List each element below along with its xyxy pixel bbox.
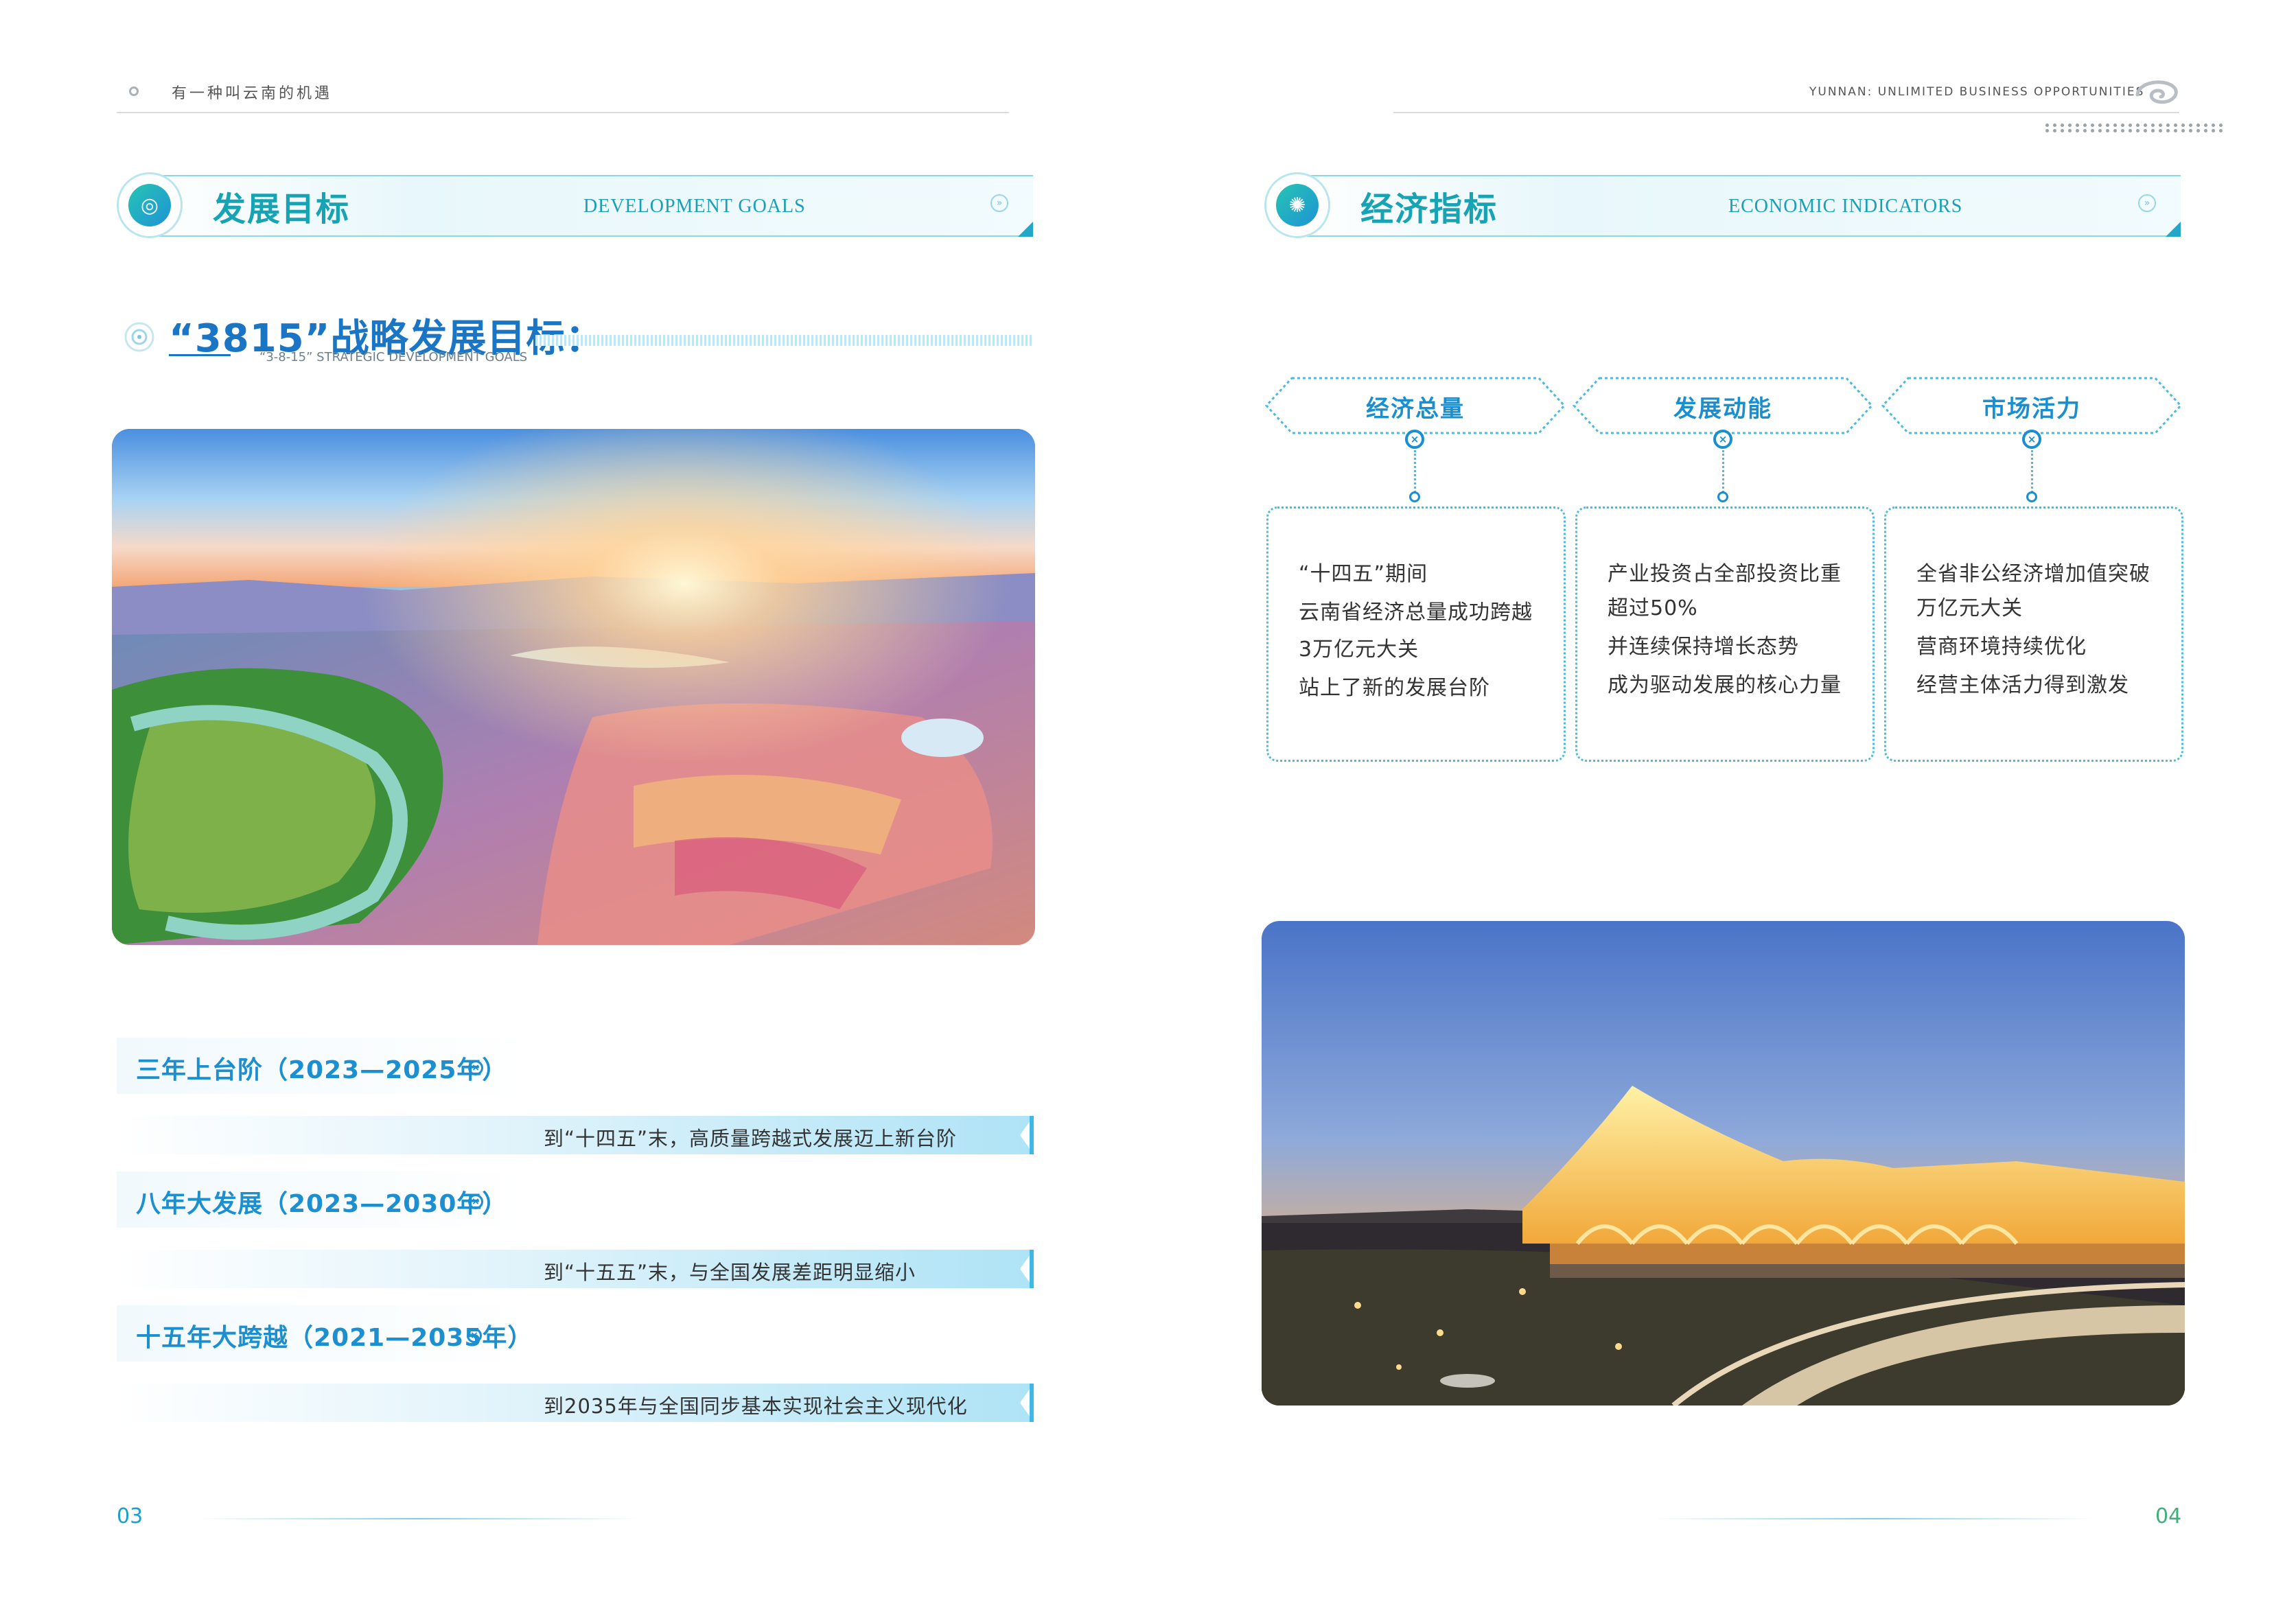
header-left-title: 有一种叫云南的机遇 (172, 85, 333, 102)
strategy-title-stripe (535, 335, 1033, 346)
indicator-2-connector-dot (1717, 491, 1728, 502)
indicator-1-connector-icon: × (1405, 430, 1424, 449)
section-title-cn: 发展目标 (213, 190, 351, 229)
banner-end-icon: » (2138, 194, 2156, 212)
strategy-subtitle: “3-8-15” STRATEGIC DEVELOPMENT GOALS (259, 350, 528, 364)
goal-2-label: 八年大发展（2023—2030年） (136, 1190, 508, 1218)
indicator-2-line-2: 超过50% (1608, 596, 1698, 620)
footer-rule-left (199, 1518, 638, 1519)
indicator-1-connector-dot (1409, 491, 1420, 502)
page-number-left: 03 (117, 1504, 143, 1528)
section-title-en: ECONOMIC INDICATORS (1728, 196, 1963, 217)
indicator-3-connector-dot (2026, 491, 2037, 502)
landscape-photo (112, 429, 1035, 945)
goal-bar-edge (1030, 1384, 1034, 1422)
indicator-3-connector-line (2031, 450, 2033, 493)
section-banner-development-goals: ◎ 发展目标 DEVELOPMENT GOALS » (117, 168, 1033, 238)
indicator-1-card: “十四五”期间 云南省经济总量成功跨越 3万亿元大关 站上了新的发展台阶 (1266, 506, 1566, 762)
indicator-3-card: 全省非公经济增加值突破 万亿元大关 营商环境持续优化 经营主体活力得到激发 (1884, 506, 2183, 762)
indicator-1-title: 经济总量 (1366, 395, 1465, 423)
strategy-title-underline (169, 354, 231, 356)
page-number-right: 04 (2155, 1504, 2182, 1528)
indicator-2-connector-icon: × (1713, 430, 1732, 449)
goal-3-text: 到2035年与全国同步基本实现社会主义现代化 (544, 1395, 968, 1418)
goal-bar-edge (1030, 1116, 1034, 1154)
indicator-3-line-4: 经营主体活力得到激发 (1916, 673, 2129, 697)
header-bullet-icon (129, 86, 139, 96)
goal-1-label: 三年上台阶（2023—2025年） (136, 1056, 508, 1084)
indicator-1-header: 经济总量 (1264, 376, 1566, 435)
header-right-rule (1393, 112, 2179, 113)
swirl-logo-icon (2132, 74, 2181, 111)
indicator-1-line-1: “十四五”期间 (1299, 562, 1428, 586)
banner-end-icon: » (990, 194, 1008, 212)
indicator-3-title: 市场活力 (1982, 395, 2081, 423)
indicator-3-line-3: 营商环境持续优化 (1916, 635, 2087, 659)
goal-1-close-icon: × (468, 1060, 483, 1075)
indicator-1-line-4: 站上了新的发展台阶 (1299, 676, 1490, 700)
indicator-3-header: 市场活力 (1881, 376, 2183, 435)
indicator-1-connector-line (1414, 450, 1416, 493)
gear-icon: ✺ (1276, 184, 1319, 226)
strategy-title-icon (122, 320, 156, 357)
header-left-rule (117, 112, 1009, 113)
indicator-1-line-2: 云南省经济总量成功跨越 (1299, 600, 1533, 625)
section-banner-economic-indicators: ✺ 经济指标 ECONOMIC INDICATORS » (1264, 168, 2181, 238)
indicator-3-line-1: 全省非公经济增加值突破 (1916, 562, 2150, 586)
goal-3-close-icon: × (467, 1328, 482, 1343)
banner-badge: ✺ (1264, 172, 1330, 238)
indicator-2-connector-line (1722, 450, 1724, 493)
goal-bar-edge (1030, 1250, 1034, 1288)
goal-2-close-icon: × (468, 1194, 483, 1209)
indicator-2-line-4: 成为驱动发展的核心力量 (1608, 673, 1842, 697)
indicator-2-header: 发展动能 (1572, 376, 1874, 435)
goal-2-text: 到“十五五”末，与全国发展差距明显缩小 (544, 1261, 916, 1284)
indicator-2-title: 发展动能 (1673, 395, 1772, 423)
section-title-cn: 经济指标 (1360, 190, 1498, 229)
indicator-3-line-2: 万亿元大关 (1916, 596, 2023, 620)
goal-1-text: 到“十四五”末，高质量跨越式发展迈上新台阶 (544, 1127, 958, 1150)
banner-badge: ◎ (117, 172, 183, 238)
section-title-en: DEVELOPMENT GOALS (583, 196, 806, 217)
indicator-2-card: 产业投资占全部投资比重 超过50% 并连续保持增长态势 成为驱动发展的核心力量 (1575, 506, 1875, 762)
indicator-2-line-1: 产业投资占全部投资比重 (1608, 562, 1842, 586)
indicator-2-line-3: 并连续保持增长态势 (1608, 635, 1799, 659)
airport-photo (1262, 921, 2185, 1406)
target-icon: ◎ (128, 184, 171, 226)
footer-rule-right (1654, 1518, 2094, 1519)
indicator-3-connector-icon: × (2022, 430, 2041, 449)
header-right-title: YUNNAN: UNLIMITED BUSINESS OPPORTUNITIES (1809, 85, 2145, 99)
header-dot-pattern (2045, 124, 2225, 132)
indicator-1-line-3: 3万亿元大关 (1299, 638, 1419, 662)
